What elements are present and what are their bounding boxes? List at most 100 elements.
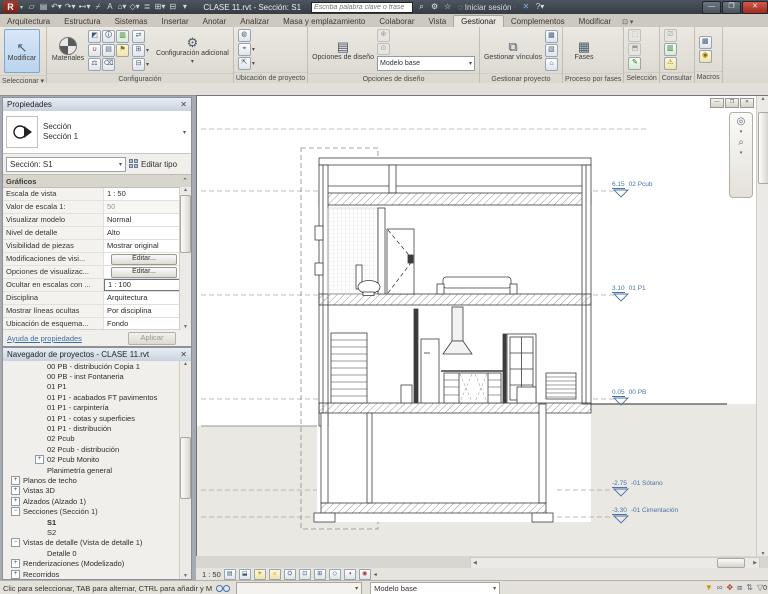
purge-unused-icon[interactable]: ⌫ [102, 58, 115, 71]
starting-view-icon[interactable]: ⌂ [545, 58, 558, 71]
ribbon-tab[interactable]: Sistemas [108, 16, 155, 27]
steering-wheel-icon[interactable]: ◎ [737, 116, 746, 127]
modify-button[interactable]: ↖ Modificar [4, 29, 40, 73]
decal-types-icon[interactable]: ▧ [545, 44, 558, 57]
tree-expand-icon[interactable]: + [11, 497, 20, 506]
position-icon[interactable]: ⇱ [238, 57, 251, 70]
macro-manager-icon[interactable]: ▩ [699, 36, 712, 49]
steering-wheel-caret-icon[interactable]: ▾ [740, 129, 743, 135]
tree-expand-icon[interactable]: − [11, 507, 20, 516]
view-bar-more-icon[interactable]: ◂ [374, 571, 377, 578]
ribbon-tab[interactable]: Modificar [572, 16, 618, 27]
ribbon-display-toggle-icon[interactable]: ⊡ ▾ [622, 18, 633, 27]
tree-item[interactable]: Detalle 0 [3, 548, 180, 558]
tree-item[interactable]: + Alzados (Alzado 1) [3, 496, 180, 506]
exclude-options-icon[interactable]: ▼ [705, 583, 713, 593]
tree-item[interactable]: + Vistas 3D [3, 486, 180, 496]
snaps-icon[interactable]: ∪ [88, 44, 101, 57]
manage-links-button[interactable]: ⧉ Gestionar vínculos [484, 29, 542, 71]
measure-icon[interactable]: ⊷▾ [78, 2, 90, 12]
zoom-tool-icon[interactable]: ⌕ [738, 137, 744, 148]
thin-lines-icon[interactable]: ≣ [143, 2, 152, 12]
select-pinned-icon[interactable]: ⇅ [746, 583, 753, 593]
coordinates-icon[interactable]: ⌖ [238, 43, 251, 56]
group-graphics[interactable]: Gráficos ⌃ [3, 174, 191, 188]
tree-item[interactable]: 01 P1 - acabados FT pavimentos [3, 392, 180, 402]
properties-help-link[interactable]: Ayuda de propiedades [7, 334, 82, 343]
zoom-caret-icon[interactable]: ▾ [740, 150, 743, 156]
select-links-icon[interactable]: ⧈ [737, 583, 742, 593]
ribbon-tab[interactable]: Complementos [504, 16, 572, 27]
reveal-hidden-elements-icon[interactable]: ◉ [359, 569, 371, 580]
edit-selection-icon[interactable]: ✎ [628, 57, 641, 70]
property-value[interactable]: 1 : 50 [104, 188, 191, 200]
tree-item[interactable]: + Renderizaciones (Modelizado) [3, 558, 180, 568]
canvas-vertical-scrollbar[interactable]: ▲ ▼ [756, 96, 768, 557]
property-value[interactable]: 1 : 100 [104, 279, 191, 291]
tree-expand-icon[interactable]: + [35, 455, 44, 464]
qat-customize-caret-icon[interactable]: ▾ [180, 2, 189, 12]
view-minimize-icon[interactable]: — [710, 98, 724, 108]
manage-images-icon[interactable]: ▦ [545, 30, 558, 43]
materials-button[interactable]: Materiales [51, 29, 85, 71]
browser-scrollbar[interactable]: ▲ ▼ [179, 361, 191, 579]
tree-item[interactable]: 00 PB - distribución Copia 1 [3, 361, 180, 371]
revit-app-menu-icon[interactable]: R [3, 1, 18, 13]
help-icon[interactable]: ?▾ [536, 2, 545, 12]
visual-style-icon[interactable]: ⬓ [239, 569, 251, 580]
tree-item[interactable]: 02 Pcub [3, 434, 180, 444]
ribbon-tab[interactable]: Anotar [196, 16, 234, 27]
shadows-icon[interactable]: ☼ [269, 569, 281, 580]
section-view-drawing[interactable] [197, 96, 757, 557]
view-restore-icon[interactable]: ❐ [725, 98, 739, 108]
property-value[interactable]: Editar... [104, 266, 191, 278]
property-value[interactable]: Alto [104, 227, 191, 239]
temporary-hide-isolate-icon[interactable]: ◑ [344, 569, 356, 580]
mep-settings-caret-icon[interactable]: ▾ [146, 61, 153, 68]
tree-item[interactable]: Planimetría general [3, 465, 180, 475]
exchange-apps-icon[interactable]: ✕ [522, 2, 531, 12]
tree-item[interactable]: S1 [3, 517, 180, 527]
editable-only-filter-icon[interactable]: ∞ [717, 583, 723, 593]
scroll-left-icon[interactable]: ◀ [473, 560, 477, 566]
global-parameters-icon[interactable]: ⚑ [116, 44, 129, 57]
property-edit-button[interactable]: Editar... [111, 254, 177, 265]
macro-security-icon[interactable]: ◉ [699, 50, 712, 63]
property-value[interactable]: 50 [104, 201, 191, 213]
tree-item[interactable]: 01 P1 - carpintería [3, 403, 180, 413]
level-marker[interactable]: 6.1502 Pcub [612, 181, 653, 188]
position-caret-icon[interactable]: ▾ [252, 60, 259, 67]
app-menu-caret-icon[interactable]: ▾ [20, 4, 23, 11]
project-parameters-icon[interactable]: ▥ [116, 30, 129, 43]
structural-settings-caret-icon[interactable]: ▾ [146, 47, 153, 54]
search-input[interactable] [311, 2, 413, 13]
select-by-id-icon[interactable]: ▥ [664, 43, 677, 56]
phases-button[interactable]: ▦ Fases [567, 29, 601, 71]
tree-item[interactable]: 01 P1 - distribución [3, 423, 180, 433]
project-information-icon[interactable]: 🛈 [102, 30, 115, 43]
minimize-button[interactable]: — [702, 1, 721, 14]
restore-button[interactable]: ❐ [722, 1, 741, 14]
shared-parameters-icon[interactable]: ▤ [102, 44, 115, 57]
properties-scrollbar[interactable]: ▲ ▼ [179, 187, 191, 330]
open-icon[interactable]: ▱ [27, 2, 36, 12]
element-selector-combo[interactable]: Sección: S1 ▾ [6, 157, 126, 172]
tree-expand-icon[interactable]: + [11, 486, 20, 495]
transfer-standards-icon[interactable]: ⇄ [132, 30, 145, 43]
design-options-button[interactable]: ▤ Opciones de diseño [312, 29, 374, 71]
tree-item[interactable]: 00 PB - inst Fontaneria [3, 371, 180, 381]
tree-item[interactable]: + 02 Pcub Monito [3, 455, 180, 465]
location-globe-icon[interactable]: ◍ [238, 29, 251, 42]
ribbon-tab[interactable]: Colaborar [372, 16, 421, 27]
property-value[interactable]: Normal [104, 214, 191, 226]
view-scale-button[interactable]: 1 : 50 [202, 570, 221, 579]
tree-expand-icon[interactable]: + [11, 570, 20, 579]
text-tool-icon[interactable]: A [105, 2, 114, 12]
ribbon-tab[interactable]: Estructura [57, 16, 107, 27]
aligned-dimension-icon[interactable]: ⌿ [93, 2, 102, 12]
property-value[interactable]: Arquitectura [104, 292, 191, 304]
ribbon-tab[interactable]: Masa y emplazamiento [276, 16, 372, 27]
drawing-area[interactable]: — ❐ ✕ ◎ ▾ ⌕ ▾ ▲ ▼ 6.1502 Pcub3.1001 P10.… [196, 95, 768, 557]
level-marker[interactable]: 3.1001 P1 [612, 285, 646, 292]
tree-item[interactable]: + Recorridos [3, 569, 180, 579]
